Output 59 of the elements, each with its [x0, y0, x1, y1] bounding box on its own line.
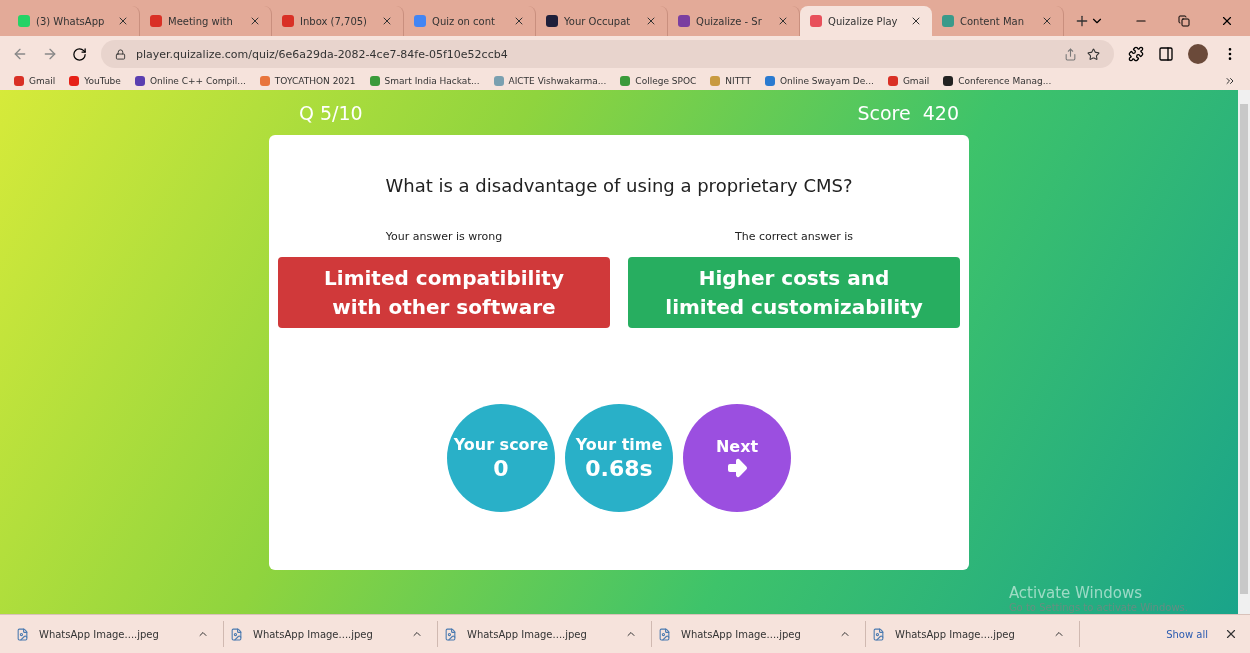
- avatar-icon[interactable]: [1188, 44, 1208, 64]
- side-panel-icon[interactable]: [1158, 46, 1174, 62]
- new-tab-icon[interactable]: [1074, 13, 1090, 29]
- scrollbar[interactable]: [1238, 90, 1250, 614]
- star-icon[interactable]: [1087, 47, 1100, 61]
- file-icon: [658, 627, 671, 641]
- file-icon: [444, 627, 457, 641]
- stat-badge: Your score 0: [447, 404, 555, 512]
- lock-icon: [115, 48, 126, 60]
- address-bar[interactable]: player.quizalize.com/quiz/6e6a29da-2082-4ce7-84fe-05f10e52ccb4: [101, 40, 1114, 68]
- wrong-answer: Limited compatibility with other software: [278, 257, 610, 328]
- browser-tab[interactable]: (3) WhatsApp: [8, 6, 140, 36]
- bookmark-link[interactable]: Smart India Hackat...: [369, 76, 480, 86]
- close-icon[interactable]: [1041, 15, 1053, 27]
- bookmark-link[interactable]: Conference Manag...: [943, 76, 1052, 86]
- next-button[interactable]: Next: [683, 404, 791, 512]
- forward-icon[interactable]: [42, 46, 58, 62]
- bookmark-link[interactable]: Online Swayam De...: [764, 76, 874, 86]
- question-text: What is a disadvantage of using a proprietary CMS?: [385, 175, 853, 196]
- download-item[interactable]: WhatsApp Image....jpeg: [438, 621, 652, 647]
- bookmark-link[interactable]: NITTT: [710, 76, 751, 86]
- activation-hint: Go to Settings to activate Windows.: [1008, 602, 1188, 613]
- browser-tab[interactable]: Content Man: [931, 6, 1064, 36]
- bookmark-link[interactable]: TOYCATHON 2021: [259, 76, 356, 86]
- browser-tab[interactable]: Meeting with: [140, 6, 273, 36]
- activation-title: Activate Windows: [1008, 584, 1144, 602]
- browser-tab[interactable]: Quiz on cont: [404, 6, 537, 36]
- browser-tab[interactable]: Quizalize Play: [800, 6, 932, 36]
- download-item[interactable]: WhatsApp Image....jpeg: [866, 621, 1080, 647]
- download-item[interactable]: WhatsApp Image....jpeg: [652, 621, 866, 647]
- close-icon[interactable]: [1220, 14, 1234, 28]
- file-icon: [230, 627, 243, 641]
- bookmark-link[interactable]: College SPOC: [620, 76, 697, 86]
- file-icon: [872, 627, 885, 641]
- browser-tab[interactable]: Your Occupat: [536, 6, 669, 36]
- reload-icon[interactable]: [72, 46, 87, 62]
- download-item[interactable]: WhatsApp Image....jpeg: [10, 621, 224, 647]
- file-icon: [16, 627, 29, 641]
- close-icon[interactable]: [1224, 627, 1238, 641]
- download-item[interactable]: WhatsApp Image....jpeg: [224, 621, 438, 647]
- show-all-button[interactable]: Show all: [1158, 624, 1216, 644]
- score-display: Score 420: [857, 102, 959, 126]
- back-icon[interactable]: [12, 46, 28, 62]
- bookmark-link[interactable]: YouTube: [69, 76, 121, 86]
- bookmark-link[interactable]: Online C++ Compil...: [134, 76, 246, 86]
- share-icon[interactable]: [1064, 47, 1077, 61]
- close-icon[interactable]: [117, 15, 129, 27]
- bookmark-link[interactable]: AICTE Vishwakarma...: [493, 76, 607, 86]
- answer-caption: The correct answer is: [735, 230, 853, 243]
- puzzle-icon[interactable]: [1128, 46, 1144, 62]
- bookmark-link[interactable]: Gmail: [14, 76, 56, 86]
- answer-caption: Your answer is wrong: [385, 230, 503, 243]
- correct-answer: Higher costs and limited customizability: [628, 257, 960, 328]
- bookmark-link[interactable]: Gmail: [887, 76, 930, 86]
- stat-badge: Your time 0.68s: [565, 404, 673, 512]
- more-bookmarks-icon[interactable]: [1224, 75, 1236, 87]
- question-counter: Q 5/10: [299, 102, 363, 126]
- restore-icon[interactable]: [1178, 15, 1190, 27]
- browser-tab[interactable]: Inbox (7,705): [272, 6, 405, 36]
